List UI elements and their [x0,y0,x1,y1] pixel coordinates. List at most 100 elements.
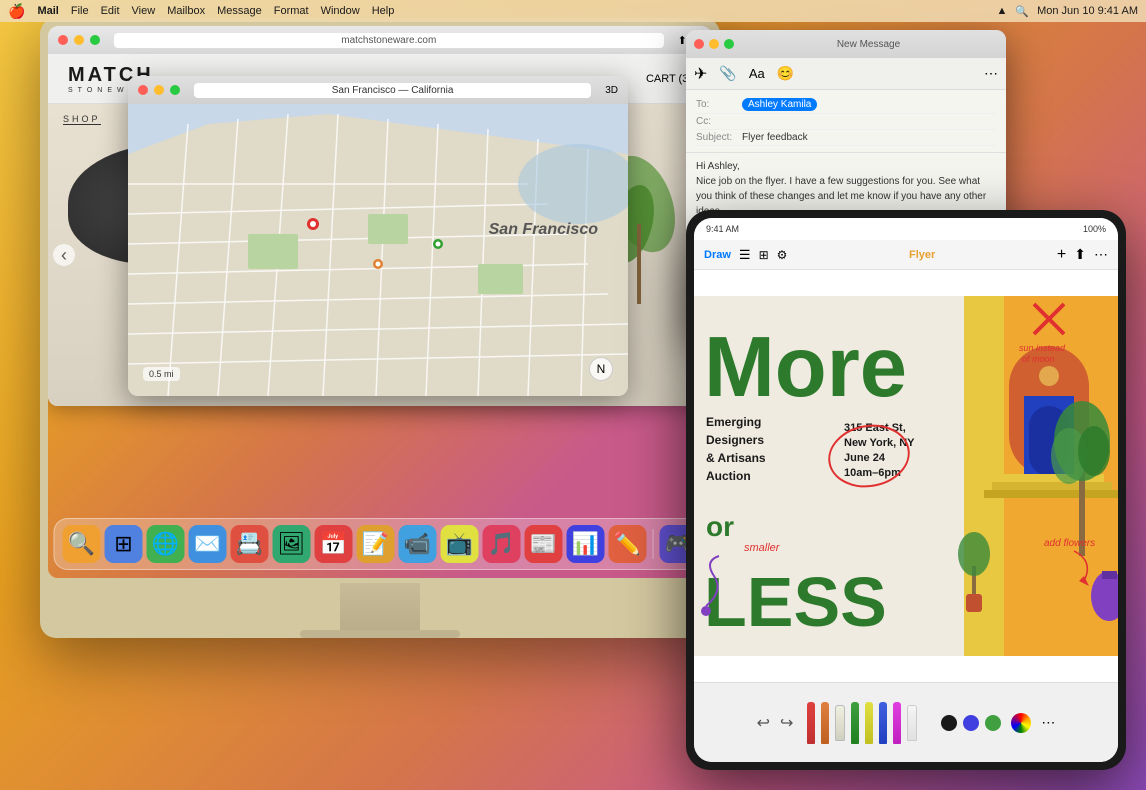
svg-text:June 24: June 24 [844,452,886,464]
maps-close-button[interactable] [138,85,148,95]
color-blue[interactable] [963,715,979,731]
search-menubar-icon[interactable]: 🔍 [1015,5,1029,18]
svg-text:sun instead: sun instead [1019,343,1066,353]
redo-button[interactable]: ↪ [780,713,793,733]
pen-tool-yellow[interactable] [865,702,873,744]
pen-tool-blue[interactable] [879,702,887,744]
pen-tool-pencil[interactable] [835,705,845,741]
maps-maximize-button[interactable] [170,85,180,95]
ipad-pen-toolbar[interactable]: ↩ ↪ ⋯ [694,682,1118,762]
svg-text:of moon: of moon [1022,354,1055,364]
color-green[interactable] [985,715,1001,731]
prev-arrow[interactable]: ‹ [53,244,75,266]
menu-edit[interactable]: Edit [101,5,120,17]
menubar: 🍎 Mail File Edit View Mailbox Message Fo… [0,0,1146,22]
minimize-button[interactable] [74,35,84,45]
menu-window[interactable]: Window [321,5,360,17]
maps-content: San Francisco N 0.5 mi [128,104,628,396]
menubar-time: Mon Jun 10 9:41 AM [1037,5,1138,17]
pen-tool-orange[interactable] [821,702,829,744]
svg-text:More: More [704,320,907,415]
svg-text:LESS: LESS [704,563,887,641]
dock-launchpad[interactable]: ⊞ [105,525,143,563]
address-bar[interactable]: matchstoneware.com [114,33,664,48]
ipad-time: 9:41 AM [706,224,739,234]
dock-appletv[interactable]: 📺 [441,525,479,563]
color-black[interactable] [941,715,957,731]
ipad-statusbar: 9:41 AM 100% [694,218,1118,240]
maps-3d-button[interactable]: 3D [605,85,618,96]
compass-button[interactable]: N [589,357,613,381]
svg-text:10am–6pm: 10am–6pm [844,467,901,479]
dock-mail[interactable]: ✉️ [189,525,227,563]
svg-text:& Artisans: & Artisans [706,451,766,465]
mail-minimize-button[interactable] [709,39,719,49]
dock-reminders[interactable]: 📝 [357,525,395,563]
mail-subject-row: Subject: Flyer feedback [696,130,996,146]
dock-photos[interactable]: 🖼 [273,525,311,563]
mail-send-icon[interactable]: ✈ [694,64,707,84]
dock-contacts[interactable]: 📇 [231,525,269,563]
apple-menu[interactable]: 🍎 [8,3,25,20]
mail-more-icon[interactable]: ⋯ [984,65,998,82]
svg-text:smaller: smaller [744,542,781,554]
mail-emoji-icon[interactable]: 😊 [777,65,794,82]
dock-keynote[interactable]: ✏️ [609,525,647,563]
ipad-share-icon[interactable]: ⬆ [1074,246,1086,263]
ipad-flyer-content: More Emerging Designers & Artisans Aucti… [694,270,1118,682]
maximize-button[interactable] [90,35,100,45]
more-tools-icon[interactable]: ⋯ [1041,714,1055,731]
imac-monitor: matchstoneware.com ⬆ ⊞ MATCH STONEWARE C… [40,18,720,638]
maps-minimize-button[interactable] [154,85,164,95]
shop-nav-item[interactable]: SHOP [63,114,101,125]
imac-base [300,630,460,638]
maps-window[interactable]: San Francisco — California 3D [128,76,628,396]
mail-cc-row: Cc: [696,114,996,130]
menu-mail[interactable]: Mail [37,5,58,17]
maps-search-field[interactable]: San Francisco — California [194,83,591,98]
dock-safari[interactable]: 🌐 [147,525,185,563]
menu-message[interactable]: Message [217,5,262,17]
mail-attach-icon[interactable]: 📎 [719,65,736,82]
ipad-app-toolbar[interactable]: Draw ☰ ⊞ ⚙ Flyer + ⬆ ⋯ [694,240,1118,270]
eraser-tool[interactable] [907,705,917,741]
menu-format[interactable]: Format [274,5,309,17]
dock-music[interactable]: 🎵 [483,525,521,563]
dock-finder[interactable]: 🔍 [63,525,101,563]
pen-tool-purple[interactable] [893,702,901,744]
dock-numbers[interactable]: 📊 [567,525,605,563]
ipad-menu-icon[interactable]: ☰ [739,247,751,263]
cc-label: Cc: [696,116,736,127]
ipad-grid-icon[interactable]: ⊞ [759,248,769,262]
mail-subject-value[interactable]: Flyer feedback [742,132,808,143]
ipad-doc-title[interactable]: Flyer [795,249,1049,261]
mail-format-icon[interactable]: Aa [749,66,765,81]
menu-view[interactable]: View [132,5,156,17]
mail-close-button[interactable] [694,39,704,49]
color-picker[interactable] [1011,713,1031,733]
ipad-overflow-icon[interactable]: ⋯ [1094,246,1108,263]
dock-calendar[interactable]: 📅 [315,525,353,563]
ipad-battery: 100% [1083,224,1106,234]
to-label: To: [696,99,736,110]
menu-file[interactable]: File [71,5,89,17]
undo-button[interactable]: ↩ [757,713,770,733]
close-button[interactable] [58,35,68,45]
svg-text:Auction: Auction [706,469,751,483]
pen-tool-red[interactable] [807,702,815,744]
map-scale: 0.5 mi [143,367,180,381]
svg-text:Designers: Designers [706,433,764,447]
pen-tool-green[interactable] [851,702,859,744]
dock-facetime[interactable]: 📹 [399,525,437,563]
menu-help[interactable]: Help [372,5,395,17]
mail-window-title: New Message [837,39,900,50]
mail-body[interactable]: Hi Ashley, Nice job on the flyer. I have… [686,153,1006,213]
ipad-settings-icon[interactable]: ⚙ [777,248,788,262]
dock-news[interactable]: 📰 [525,525,563,563]
mail-recipient-chip[interactable]: Ashley Kamila [742,98,817,111]
ipad-draw-tool[interactable]: Draw [704,249,731,261]
menu-mailbox[interactable]: Mailbox [167,5,205,17]
mail-fields: To: Ashley Kamila Cc: Subject: Flyer fee… [686,90,1006,153]
mail-maximize-button[interactable] [724,39,734,49]
ipad-add-icon[interactable]: + [1057,246,1066,264]
